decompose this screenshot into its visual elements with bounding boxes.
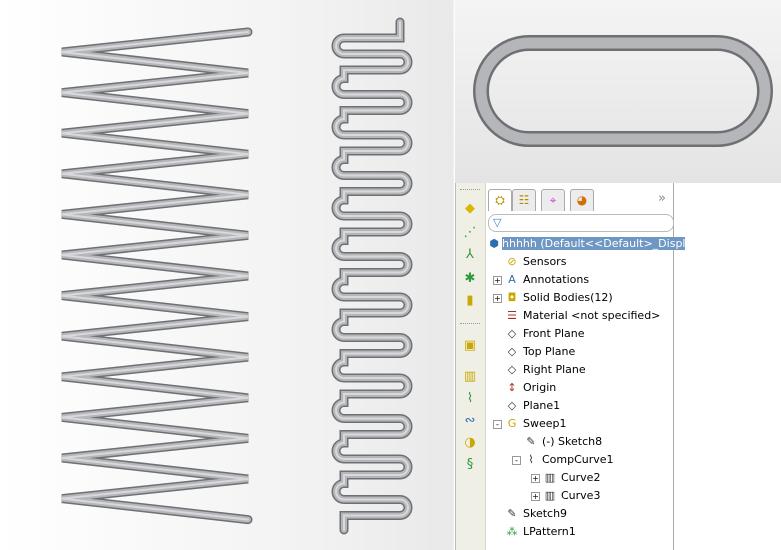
origin-icon: ↕ xyxy=(507,381,517,394)
tree-item-label: Plane1 xyxy=(523,399,561,412)
tube-segment xyxy=(61,29,251,523)
tree-item-label: Solid Bodies(12) xyxy=(523,291,613,304)
expand-icon[interactable]: + xyxy=(493,294,502,303)
tree-item-label: Material <not specified> xyxy=(523,309,661,322)
expand-icon[interactable]: + xyxy=(531,474,540,483)
curve-tool-icon[interactable]: ∾ xyxy=(462,413,478,429)
more-tabs-chevron-icon[interactable]: » xyxy=(658,191,666,206)
oval-ring xyxy=(473,35,773,147)
left-toolbar: ◆ ⋰ ⅄ ✱ ▮ ▣ ▥ ⌇ ∾ ◑ § xyxy=(456,183,486,550)
annotations-folder-icon: A xyxy=(508,273,516,286)
composite-curve-tool-icon[interactable]: ⌇ xyxy=(462,391,478,407)
tree-item[interactable]: - ⌇ CompCurve1 xyxy=(512,451,614,469)
plane-icon: ◇ xyxy=(507,363,517,376)
plane-icon: ◇ xyxy=(507,399,517,412)
tree-item[interactable]: ✎ (-) Sketch8 xyxy=(523,433,602,451)
tree-item-label: Sketch9 xyxy=(523,507,568,520)
tree-item[interactable]: - G Sweep1 xyxy=(493,415,567,433)
tree-item[interactable]: ⁂ LPattern1 xyxy=(504,523,576,541)
split-line-icon[interactable]: ▥ xyxy=(462,369,478,385)
sensors-folder-icon: ⊘ xyxy=(507,255,517,268)
tree-item[interactable]: ◇ Plane1 xyxy=(504,397,560,415)
tree-item-label: Annotations xyxy=(523,273,590,286)
axis-tool-icon[interactable]: ⋰ xyxy=(462,225,478,241)
tree-item-label: Top Plane xyxy=(523,345,576,358)
tree-item[interactable]: + ▥ Curve3 xyxy=(531,487,601,505)
tree-item[interactable]: ◇ Right Plane xyxy=(504,361,586,379)
tree-item-label: (-) Sketch8 xyxy=(542,435,603,448)
tree-item-label: LPattern1 xyxy=(523,525,576,538)
tree-item[interactable]: + A Annotations xyxy=(493,271,590,289)
collapse-icon[interactable]: - xyxy=(493,420,502,429)
tab-display-manager[interactable]: ◕ xyxy=(570,189,594,211)
plane-tool-icon[interactable]: ◆ xyxy=(462,201,478,217)
tree-item[interactable]: ◇ Top Plane xyxy=(504,343,575,361)
tree-item-label: Sensors xyxy=(523,255,567,268)
sketch-icon: ✎ xyxy=(507,507,517,520)
linear-pattern-icon: ⁂ xyxy=(506,525,518,538)
tree-item-label: Right Plane xyxy=(523,363,586,376)
composite-curve-icon: ⌇ xyxy=(528,453,534,466)
sweep-icon: G xyxy=(507,417,517,430)
curve-through-points-icon[interactable]: ▣ xyxy=(462,338,478,354)
material-icon: ☰ xyxy=(507,309,517,322)
tab-configuration-manager[interactable]: ⌖ xyxy=(541,189,565,211)
plane-icon: ◇ xyxy=(507,327,517,340)
part-icon: ⬢ xyxy=(489,237,499,250)
zigzag-spring xyxy=(61,27,253,525)
tree-item[interactable]: ↕ Origin xyxy=(504,379,556,397)
tree-item[interactable]: ⊘ Sensors xyxy=(504,253,566,271)
curve-icon: ▥ xyxy=(544,489,556,502)
manager-tabs: ⛭ ☷ ⌖ ◕ » xyxy=(486,189,672,211)
tree-root[interactable]: ⬢ hhhhh (Default<<Default>_Displ xyxy=(486,235,686,253)
tree-item-label: Origin xyxy=(523,381,557,394)
tree-filter-input[interactable]: ▽ xyxy=(488,214,674,232)
root-label: hhhhh (Default<<Default>_Displ xyxy=(502,237,686,250)
coordinate-system-icon[interactable]: ⅄ xyxy=(462,247,478,263)
tree-item[interactable]: ◇ Front Plane xyxy=(504,325,585,343)
toolbar-grip[interactable] xyxy=(460,323,480,324)
filter-icon: ▽ xyxy=(493,216,502,229)
toolbar-grip[interactable] xyxy=(460,189,480,190)
feature-manager-panel: ◆ ⋰ ⅄ ✱ ▮ ▣ ▥ ⌇ ∾ ◑ § ⛭ ☷ ⌖ ◕ » ▽ ⬢ hhhhh… xyxy=(455,183,686,550)
expand-icon[interactable]: + xyxy=(493,276,502,285)
mate-reference-icon[interactable]: ▮ xyxy=(462,293,478,309)
tab-property-manager[interactable]: ☷ xyxy=(512,189,536,211)
collapse-icon[interactable]: - xyxy=(512,456,521,465)
tree-item-label: Front Plane xyxy=(523,327,585,340)
point-tool-icon[interactable]: ✱ xyxy=(462,271,478,287)
tree-item-label: Curve2 xyxy=(561,471,601,484)
solid-bodies-folder-icon: ◘ xyxy=(507,291,517,304)
tree-item[interactable]: ☰ Material <not specified> xyxy=(504,307,660,325)
tree-item[interactable]: + ◘ Solid Bodies(12) xyxy=(493,289,613,307)
tree-item[interactable]: ✎ Sketch9 xyxy=(504,505,567,523)
projected-curve-icon[interactable]: ◑ xyxy=(462,435,478,451)
serpentine-spring xyxy=(331,17,413,535)
tab-feature-manager[interactable]: ⛭ xyxy=(488,189,512,211)
plane-icon: ◇ xyxy=(507,345,517,358)
tree-item-label: CompCurve1 xyxy=(542,453,614,466)
tree-item-label: Curve3 xyxy=(561,489,601,502)
sketch-icon: ✎ xyxy=(526,435,536,448)
curve-icon: ▥ xyxy=(544,471,556,484)
tree-item[interactable]: + ▥ Curve2 xyxy=(531,469,601,487)
helix-icon[interactable]: § xyxy=(462,457,478,473)
expand-icon[interactable]: + xyxy=(531,492,540,501)
tree-item-label: Sweep1 xyxy=(523,417,567,430)
